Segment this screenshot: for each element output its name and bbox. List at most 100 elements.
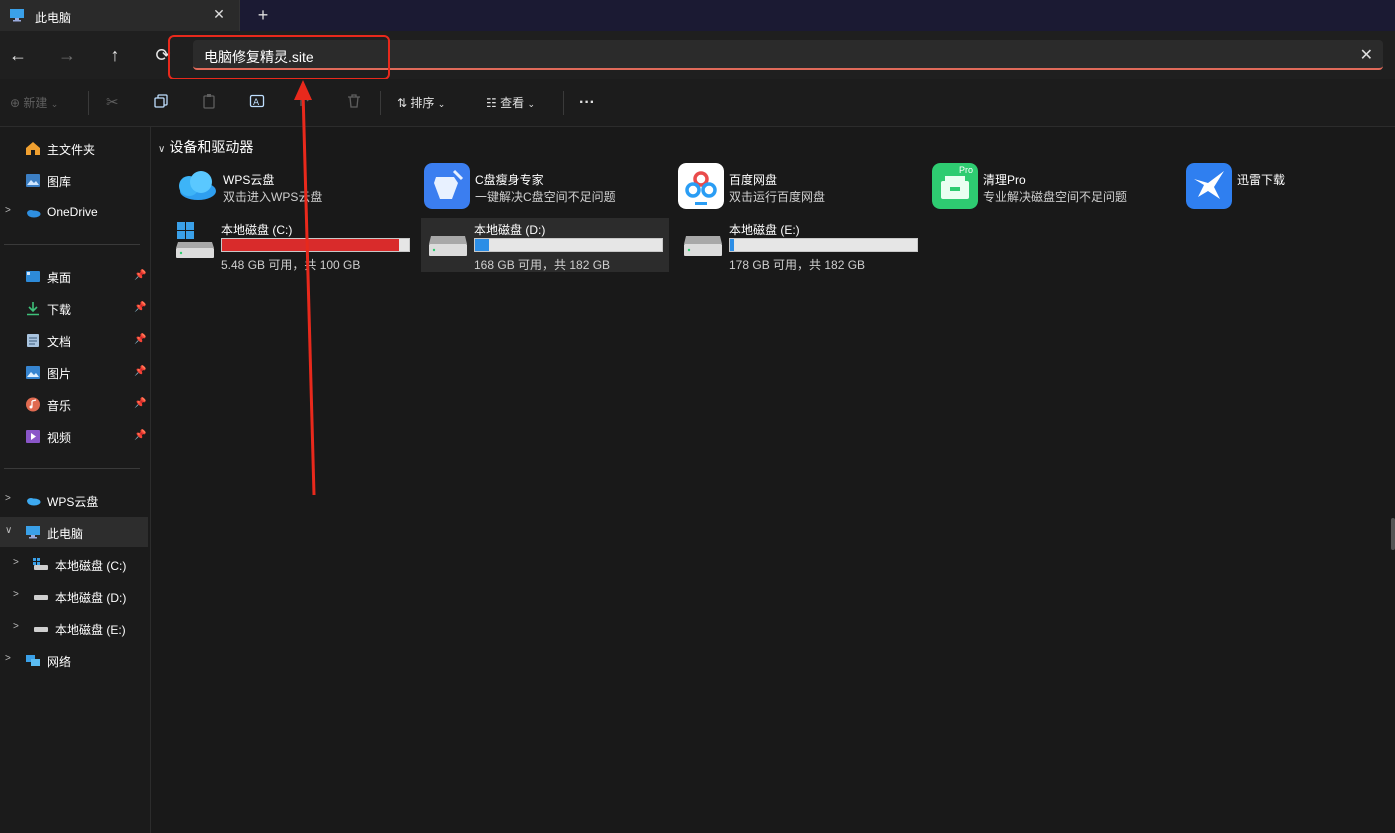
this-pc-icon bbox=[10, 9, 24, 22]
share-button[interactable] bbox=[298, 93, 314, 113]
tab-title: 此电脑 bbox=[35, 11, 72, 25]
sort-icon: ⇅ bbox=[397, 96, 408, 110]
sidebar-item-this-pc[interactable]: ∨ 此电脑 bbox=[0, 517, 148, 547]
chevron-right-icon: > bbox=[5, 653, 11, 664]
drive-space-info: 5.48 GB 可用，共 100 GB bbox=[221, 258, 361, 272]
sidebar-item-drive-c[interactable]: > 本地磁盘 (C:) bbox=[0, 549, 148, 579]
cleaner-pro-icon: Pro bbox=[932, 163, 978, 209]
app-item-thunder[interactable]: 迅雷下载 bbox=[1166, 163, 1395, 213]
clear-address-button[interactable]: ✕ bbox=[1360, 45, 1373, 65]
pin-icon: 📌 bbox=[134, 334, 147, 345]
forward-button[interactable]: → bbox=[55, 43, 79, 67]
desktop-icon bbox=[26, 271, 40, 282]
sidebar-item-network[interactable]: > 网络 bbox=[0, 645, 148, 675]
sidebar-item-gallery[interactable]: 图库 bbox=[0, 165, 148, 195]
app-item-c-cleaner[interactable]: C盘瘦身专家 一键解决C盘空间不足问题 bbox=[404, 163, 644, 213]
sidebar-item-documents[interactable]: 文档 📌 bbox=[0, 325, 148, 355]
plus-circle-icon: ⊕ bbox=[10, 96, 21, 110]
drive-item-c[interactable]: 本地磁盘 (C:) 5.48 GB 可用，共 100 GB bbox=[168, 218, 416, 272]
share-icon bbox=[300, 94, 311, 106]
pictures-icon bbox=[26, 366, 40, 379]
content-pane: ∨ 设备和驱动器 WPS云盘 双击进入WPS云盘 C盘瘦身专家 一键解决C盘空间不… bbox=[152, 127, 1395, 833]
section-header-devices[interactable]: ∨ 设备和驱动器 bbox=[158, 137, 253, 157]
sidebar-divider bbox=[4, 468, 140, 469]
drive-name: 本地磁盘 (C:) bbox=[221, 223, 293, 237]
sidebar-item-music[interactable]: 音乐 📌 bbox=[0, 389, 148, 419]
sidebar-item-onedrive[interactable]: > OneDrive bbox=[0, 197, 148, 227]
sidebar-item-home[interactable]: 主文件夹 bbox=[0, 133, 148, 163]
drive-icon bbox=[34, 595, 48, 600]
view-button[interactable]: ☷ 查看 ⌄ bbox=[486, 93, 535, 113]
sidebar-item-drive-d[interactable]: > 本地磁盘 (D:) bbox=[0, 581, 148, 611]
this-pc-icon bbox=[26, 526, 40, 539]
drive-item-d[interactable]: 本地磁盘 (D:) 168 GB 可用，共 182 GB bbox=[421, 218, 669, 272]
sidebar-item-label: 文档 bbox=[47, 335, 72, 349]
back-button[interactable]: ← bbox=[6, 43, 30, 67]
chevron-down-icon: ∨ bbox=[158, 144, 166, 155]
rename-button[interactable]: A bbox=[249, 93, 265, 113]
drive-icon bbox=[34, 627, 48, 632]
sidebar-item-label: 下载 bbox=[47, 303, 72, 317]
command-bar: ⊕ 新建 ⌄ ✂ A ⇅ 排序 ⌄ ☷ 查看 ⌄ ··· bbox=[0, 79, 1395, 127]
wps-cloud-icon bbox=[27, 498, 41, 506]
sidebar-item-label: WPS云盘 bbox=[47, 495, 99, 509]
close-tab-button[interactable]: ✕ bbox=[211, 5, 227, 23]
app-description: 专业解决磁盘空间不足问题 bbox=[983, 190, 1128, 204]
cut-button[interactable]: ✂ bbox=[106, 93, 119, 113]
drive-usage-bar bbox=[729, 238, 918, 252]
drive-icon bbox=[684, 236, 722, 256]
sidebar-item-label: 本地磁盘 (C:) bbox=[55, 559, 127, 573]
drive-usage-fill bbox=[222, 239, 399, 251]
sidebar-item-wps-cloud[interactable]: > WPS云盘 bbox=[0, 485, 148, 515]
app-item-cleaner-pro[interactable]: Pro 清理Pro 专业解决磁盘空间不足问题 bbox=[912, 163, 1152, 213]
sort-button[interactable]: ⇅ 排序 ⌄ bbox=[397, 93, 445, 113]
sidebar-divider bbox=[4, 244, 140, 245]
drive-icon bbox=[429, 236, 467, 256]
sidebar-item-label: 音乐 bbox=[47, 399, 72, 413]
scrollbar-thumb[interactable] bbox=[1391, 518, 1395, 550]
app-name: 清理Pro bbox=[983, 173, 1026, 187]
sidebar-item-videos[interactable]: 视频 📌 bbox=[0, 421, 148, 451]
toolbar-divider bbox=[380, 91, 381, 115]
pin-icon: 📌 bbox=[134, 302, 147, 313]
app-item-baidu-netdisk[interactable]: 百度网盘 双击运行百度网盘 bbox=[658, 163, 898, 213]
chevron-down-icon: ⌄ bbox=[437, 99, 446, 109]
drive-item-e[interactable]: 本地磁盘 (E:) 178 GB 可用，共 182 GB bbox=[676, 218, 924, 272]
up-button[interactable]: ↑ bbox=[103, 43, 127, 67]
broom-icon bbox=[424, 163, 470, 209]
chevron-right-icon: > bbox=[13, 621, 19, 632]
delete-button[interactable] bbox=[346, 93, 362, 113]
network-icon bbox=[26, 655, 40, 666]
drive-space-info: 168 GB 可用，共 182 GB bbox=[474, 258, 611, 272]
chevron-down-icon: ⌄ bbox=[527, 99, 536, 109]
toolbar-divider bbox=[88, 91, 89, 115]
new-button[interactable]: ⊕ 新建 ⌄ bbox=[10, 93, 58, 113]
toolbar-divider bbox=[563, 91, 564, 115]
sidebar-item-pictures[interactable]: 图片 📌 bbox=[0, 357, 148, 387]
sidebar-item-label: 图片 bbox=[47, 367, 72, 381]
tab-this-pc[interactable]: 此电脑 ✕ bbox=[0, 0, 240, 31]
sidebar-item-desktop[interactable]: 桌面 📌 bbox=[0, 261, 148, 291]
more-options-button[interactable]: ··· bbox=[579, 93, 595, 113]
new-tab-button[interactable]: + bbox=[254, 5, 272, 25]
pro-badge: Pro bbox=[959, 165, 973, 175]
sidebar-item-label: 视频 bbox=[47, 431, 72, 445]
trash-icon bbox=[348, 94, 360, 108]
sidebar-item-drive-e[interactable]: > 本地磁盘 (E:) bbox=[0, 613, 148, 643]
app-description: 一键解决C盘空间不足问题 bbox=[475, 190, 616, 204]
view-list-icon: ☷ bbox=[486, 96, 497, 110]
app-description: 双击运行百度网盘 bbox=[729, 190, 826, 204]
chevron-right-icon: > bbox=[13, 589, 19, 600]
videos-icon bbox=[26, 430, 40, 443]
drive-usage-bar bbox=[474, 238, 663, 252]
pin-icon: 📌 bbox=[134, 366, 147, 377]
copy-button[interactable] bbox=[153, 93, 169, 113]
pin-icon: 📌 bbox=[134, 430, 147, 441]
paste-button[interactable] bbox=[201, 93, 217, 113]
baidu-netdisk-icon bbox=[678, 163, 724, 209]
copy-icon bbox=[154, 94, 168, 108]
wps-cloud-icon bbox=[179, 171, 216, 200]
app-item-wps-cloud[interactable]: WPS云盘 双击进入WPS云盘 bbox=[152, 163, 392, 213]
sidebar-item-downloads[interactable]: 下载 📌 bbox=[0, 293, 148, 323]
documents-icon bbox=[27, 334, 39, 347]
